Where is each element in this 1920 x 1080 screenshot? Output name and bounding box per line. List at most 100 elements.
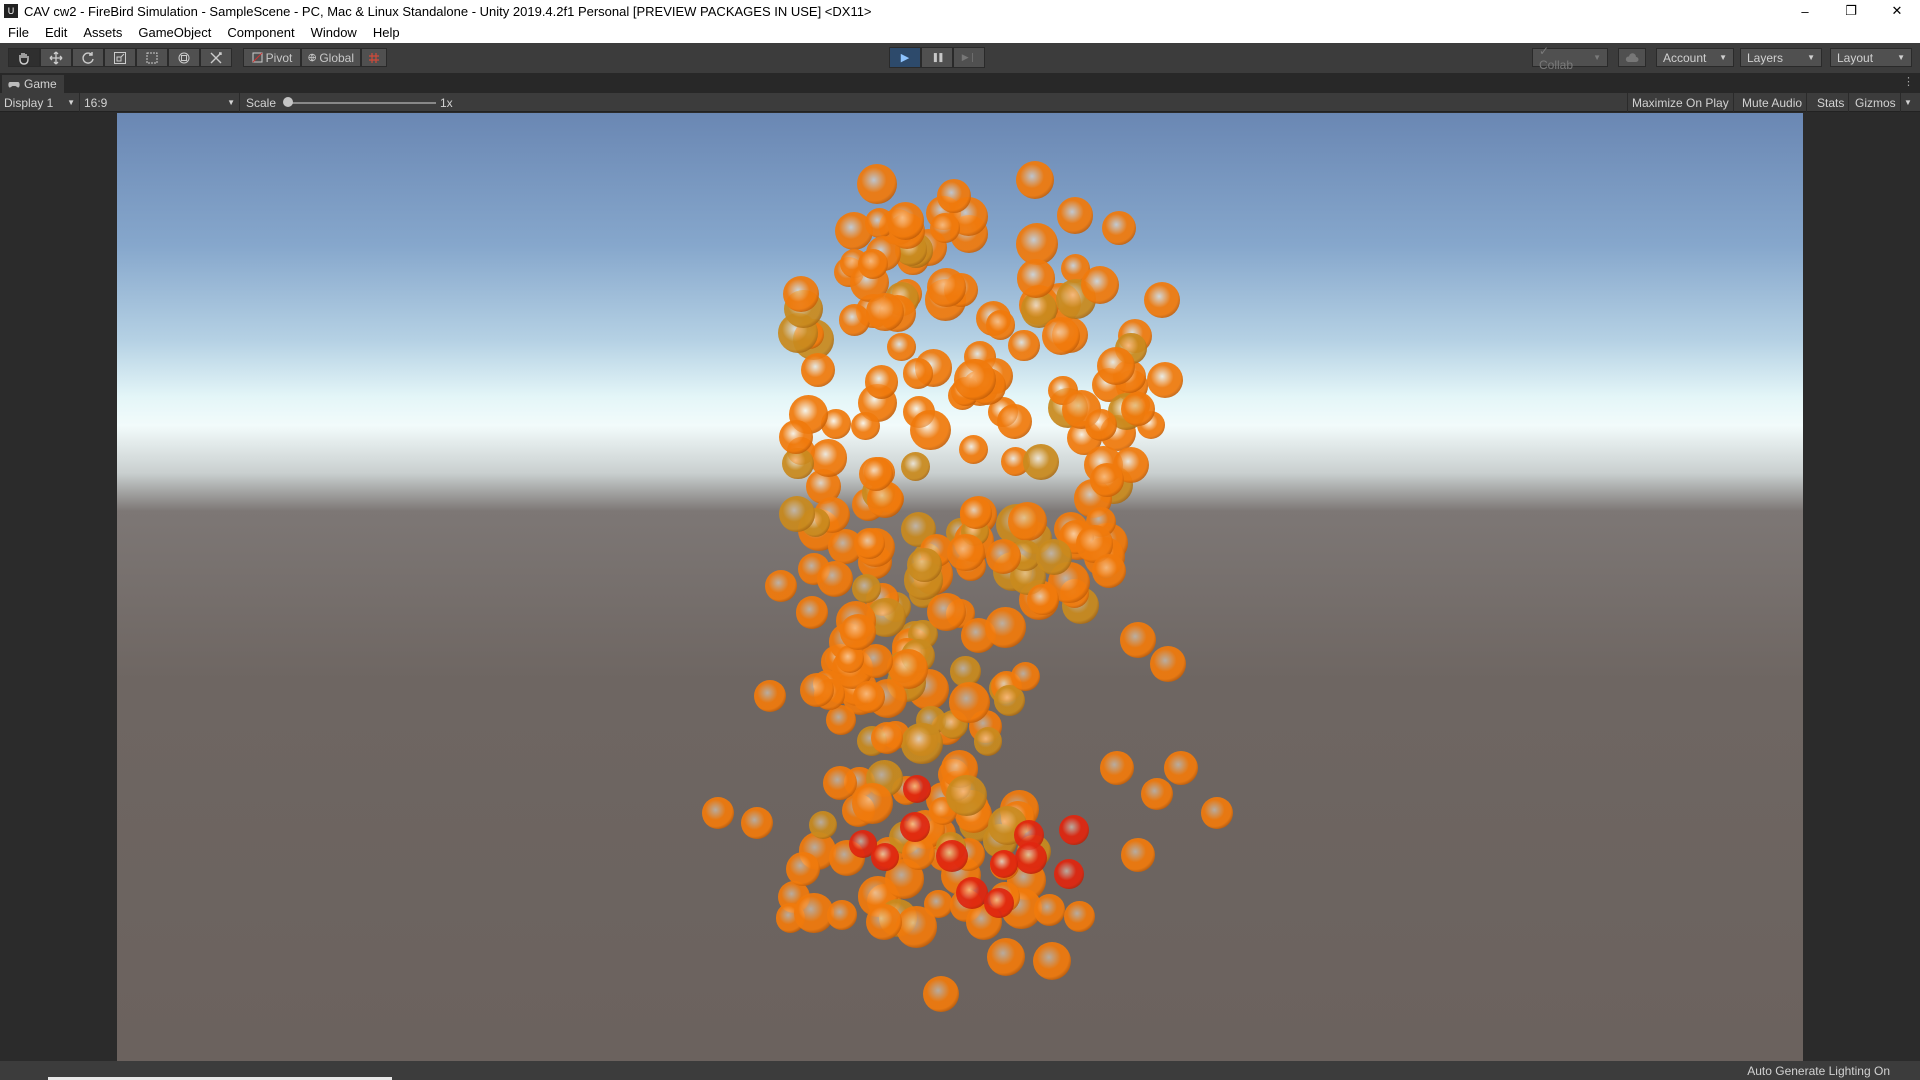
pivot-icon: [252, 52, 263, 63]
menu-edit[interactable]: Edit: [37, 25, 75, 40]
particle-sphere: [1056, 197, 1094, 235]
menu-assets[interactable]: Assets: [75, 25, 130, 40]
scale-slider-track[interactable]: [288, 102, 436, 104]
game-render-view[interactable]: [117, 113, 1803, 1061]
tab-options-icon[interactable]: ⋮: [1903, 75, 1914, 88]
chevron-down-icon: ▼: [67, 98, 75, 107]
menu-file[interactable]: File: [0, 25, 37, 40]
chevron-down-icon[interactable]: ▼: [1900, 93, 1916, 112]
particle-sphere: [851, 573, 882, 604]
particle-sphere: [1144, 282, 1180, 318]
chevron-down-icon: ▼: [1897, 53, 1905, 62]
layers-dropdown[interactable]: Layers ▼: [1740, 48, 1822, 67]
collab-dropdown[interactable]: ✓ Collab ▼: [1532, 44, 1608, 72]
menu-window[interactable]: Window: [303, 25, 365, 40]
menu-bar: File Edit Assets GameObject Component Wi…: [0, 22, 1920, 43]
gamepad-icon: [8, 81, 20, 88]
chevron-down-icon: ▼: [1807, 53, 1815, 62]
particle-sphere: [985, 538, 1021, 574]
particle-sphere: [1054, 859, 1084, 889]
account-label: Account: [1663, 50, 1707, 65]
menu-gameobject[interactable]: GameObject: [130, 25, 219, 40]
particle-sphere: [948, 682, 990, 723]
hand-tool-icon: [19, 52, 29, 65]
particle-sphere: [910, 409, 951, 451]
particle-sphere: [801, 353, 835, 387]
transform-tool-button[interactable]: [168, 48, 200, 67]
particle-sphere: [1063, 900, 1096, 933]
particle-sphere: [866, 904, 902, 940]
particle-sphere: [1023, 443, 1060, 480]
pivot-toggle[interactable]: Pivot: [243, 48, 301, 67]
move-tool-icon: [49, 51, 63, 64]
particle-sphere: [1008, 329, 1040, 362]
snap-button[interactable]: [361, 48, 387, 67]
particle-sphere: [984, 607, 1026, 648]
particle-sphere: [840, 614, 876, 650]
play-button[interactable]: ▶: [889, 47, 921, 68]
collab-label: ✓ Collab: [1539, 43, 1574, 72]
gizmos-toggle[interactable]: Gizmos: [1851, 93, 1901, 112]
close-button[interactable]: ✕: [1874, 0, 1920, 22]
main-toolbar: Pivot Global ▶ ❚❚ ▶❘ ✓ Collab ▼ Account ▼ …: [0, 43, 1920, 73]
particle-sphere: [936, 840, 968, 872]
particle-sphere: [896, 906, 938, 948]
particle-sphere: [1097, 347, 1135, 385]
step-button[interactable]: ▶❘: [953, 47, 985, 68]
particle-sphere: [853, 527, 885, 560]
particle-sphere: [778, 496, 815, 533]
particle-sphere: [871, 843, 899, 871]
playback-controls: ▶ ❚❚ ▶❘: [889, 47, 985, 68]
layout-dropdown[interactable]: Layout ▼: [1830, 48, 1912, 67]
account-dropdown[interactable]: Account ▼: [1656, 48, 1734, 67]
rect-tool-button[interactable]: [136, 48, 168, 67]
particle-sphere: [857, 249, 888, 280]
chevron-down-icon: ▼: [227, 98, 235, 107]
transform-tools: [8, 48, 232, 67]
particle-sphere: [1121, 838, 1155, 872]
cloud-button[interactable]: [1618, 48, 1646, 67]
particle-sphere: [765, 570, 797, 602]
pivot-label: Pivot: [265, 50, 293, 65]
display-dropdown[interactable]: Display 1 ▼: [0, 93, 80, 112]
rotate-tool-button[interactable]: [72, 48, 104, 67]
particle-sphere: [795, 596, 829, 629]
particle-sphere: [871, 722, 903, 754]
particle-sphere: [1120, 622, 1156, 658]
aspect-dropdown[interactable]: 16:9 ▼: [80, 93, 240, 112]
particle-sphere: [800, 673, 834, 707]
particle-sphere: [990, 850, 1018, 878]
restore-button[interactable]: ❐: [1828, 0, 1874, 22]
mute-audio-toggle[interactable]: Mute Audio: [1738, 93, 1808, 112]
menu-component[interactable]: Component: [219, 25, 302, 40]
globe-icon: [308, 53, 316, 62]
step-icon: ▶❘: [961, 52, 977, 62]
particle-sphere: [1027, 583, 1059, 616]
particle-sphere: [947, 533, 985, 572]
particle-sphere: [1016, 161, 1054, 199]
hand-tool-button[interactable]: [8, 48, 40, 67]
particle-sphere: [809, 438, 848, 477]
particle-sphere: [853, 681, 885, 713]
stats-toggle[interactable]: Stats: [1813, 93, 1850, 112]
particle-sphere: [817, 561, 853, 597]
global-label: Global: [319, 50, 354, 65]
grid-snap-icon: [369, 52, 379, 63]
move-tool-button[interactable]: [40, 48, 72, 67]
global-toggle[interactable]: Global: [301, 48, 361, 67]
status-bar: Auto Generate Lighting On: [0, 1061, 1920, 1080]
scale-slider-thumb[interactable]: [283, 97, 293, 107]
scale-tool-button[interactable]: [104, 48, 136, 67]
particle-sphere: [1010, 661, 1041, 691]
particle-sphere: [754, 680, 786, 712]
particle-sphere: [786, 852, 820, 886]
maximize-on-play-toggle[interactable]: Maximize On Play: [1627, 93, 1734, 112]
minimize-button[interactable]: –: [1782, 0, 1828, 22]
menu-help[interactable]: Help: [365, 25, 408, 40]
custom-tool-button[interactable]: [200, 48, 232, 67]
particle-sphere: [987, 938, 1025, 976]
tab-game[interactable]: Game: [2, 75, 64, 93]
particle-sphere: [1033, 942, 1071, 980]
pause-button[interactable]: ❚❚: [921, 47, 953, 68]
particle-sphere: [927, 592, 967, 632]
